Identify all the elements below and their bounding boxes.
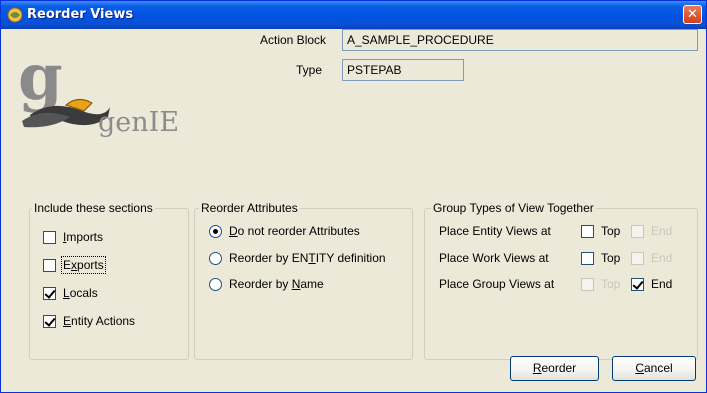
action-block-field: A_SAMPLE_PROCEDURE <box>342 29 698 51</box>
group-types-group: Group Types of View Together Place Entit… <box>424 201 698 360</box>
group-views-end-label: End <box>651 277 673 291</box>
reorder-attributes-title: Reorder Attributes <box>199 201 300 215</box>
locals-label: Locals <box>63 286 98 300</box>
type-field: PSTEPAB <box>342 59 464 81</box>
work-views-top-checkbox[interactable] <box>581 251 594 265</box>
exports-label: Exports <box>61 256 106 274</box>
action-block-label: Action Block <box>260 33 327 47</box>
locals-check-box[interactable] <box>43 286 56 300</box>
cancel-button[interactable]: Cancel <box>612 356 696 381</box>
do-not-reorder-radio[interactable]: Do not reorder Attributes <box>209 224 360 238</box>
reorder-by-name-radio-button[interactable] <box>209 277 222 291</box>
work-views-label: Place Work Views at <box>439 251 549 265</box>
group-views-top-checkbox <box>581 277 594 291</box>
title-bar[interactable]: Reorder Views ✕ <box>1 1 706 29</box>
group-views-end-checkbox[interactable] <box>631 277 644 291</box>
group-views-label: Place Group Views at <box>439 277 555 291</box>
dialog-body: g genIE Action Block A_SAMPLE_PROCEDURE … <box>4 29 702 390</box>
reorder-button[interactable]: Reorder <box>510 356 599 381</box>
work-views-end-label: End <box>651 251 673 265</box>
entity-actions-label: Entity Actions <box>63 314 136 328</box>
entity-views-end-label: End <box>651 224 673 238</box>
entity-views-top-checkbox[interactable] <box>581 224 594 238</box>
entity-views-row: Place Entity Views at Top End <box>439 224 672 238</box>
reorder-by-entity-label: Reorder by ENTITY definition <box>229 251 386 265</box>
reorder-views-dialog: Reorder Views ✕ g genIE Action Block A_S… <box>0 0 707 393</box>
reorder-by-name-label: Reorder by Name <box>229 277 324 291</box>
include-sections-group: Include these sections Imports Exports L… <box>29 201 189 360</box>
reorder-by-name-radio[interactable]: Reorder by Name <box>209 277 324 291</box>
reorder-by-entity-radio-button[interactable] <box>209 251 222 265</box>
exports-check-box[interactable] <box>43 258 56 272</box>
entity-views-top-label: Top <box>601 224 621 238</box>
genie-logo-icon: g <box>18 40 110 128</box>
do-not-reorder-radio-button[interactable] <box>209 224 222 238</box>
include-sections-title: Include these sections <box>32 201 155 215</box>
close-button[interactable]: ✕ <box>683 5 702 24</box>
work-views-row: Place Work Views at Top End <box>439 251 672 265</box>
imports-label: Imports <box>63 230 104 244</box>
window-title: Reorder Views <box>27 7 134 22</box>
group-views-row: Place Group Views at Top End <box>439 277 672 291</box>
entity-actions-check-box[interactable] <box>43 314 56 328</box>
reorder-attributes-group: Reorder Attributes Do not reorder Attrib… <box>194 201 413 360</box>
svg-text:g: g <box>18 47 63 115</box>
imports-check-box[interactable] <box>43 230 56 244</box>
do-not-reorder-label: Do not reorder Attributes <box>229 224 360 238</box>
exports-checkbox[interactable]: Exports <box>43 256 106 274</box>
logo-text: genIE <box>98 107 180 138</box>
work-views-top-label: Top <box>601 251 621 265</box>
reorder-by-entity-radio[interactable]: Reorder by ENTITY definition <box>209 251 386 265</box>
entity-views-label: Place Entity Views at <box>439 224 551 238</box>
entity-actions-checkbox[interactable]: Entity Actions <box>43 314 135 328</box>
work-views-end-checkbox <box>631 251 644 265</box>
genie-logo: g genIE <box>12 40 202 138</box>
locals-checkbox[interactable]: Locals <box>43 286 98 300</box>
app-icon <box>7 7 23 23</box>
type-label: Type <box>296 63 323 77</box>
group-types-title: Group Types of View Together <box>431 201 596 215</box>
imports-checkbox[interactable]: Imports <box>43 230 103 244</box>
entity-views-end-checkbox <box>631 224 644 238</box>
close-icon: ✕ <box>687 7 698 22</box>
group-views-top-label: Top <box>601 277 621 291</box>
